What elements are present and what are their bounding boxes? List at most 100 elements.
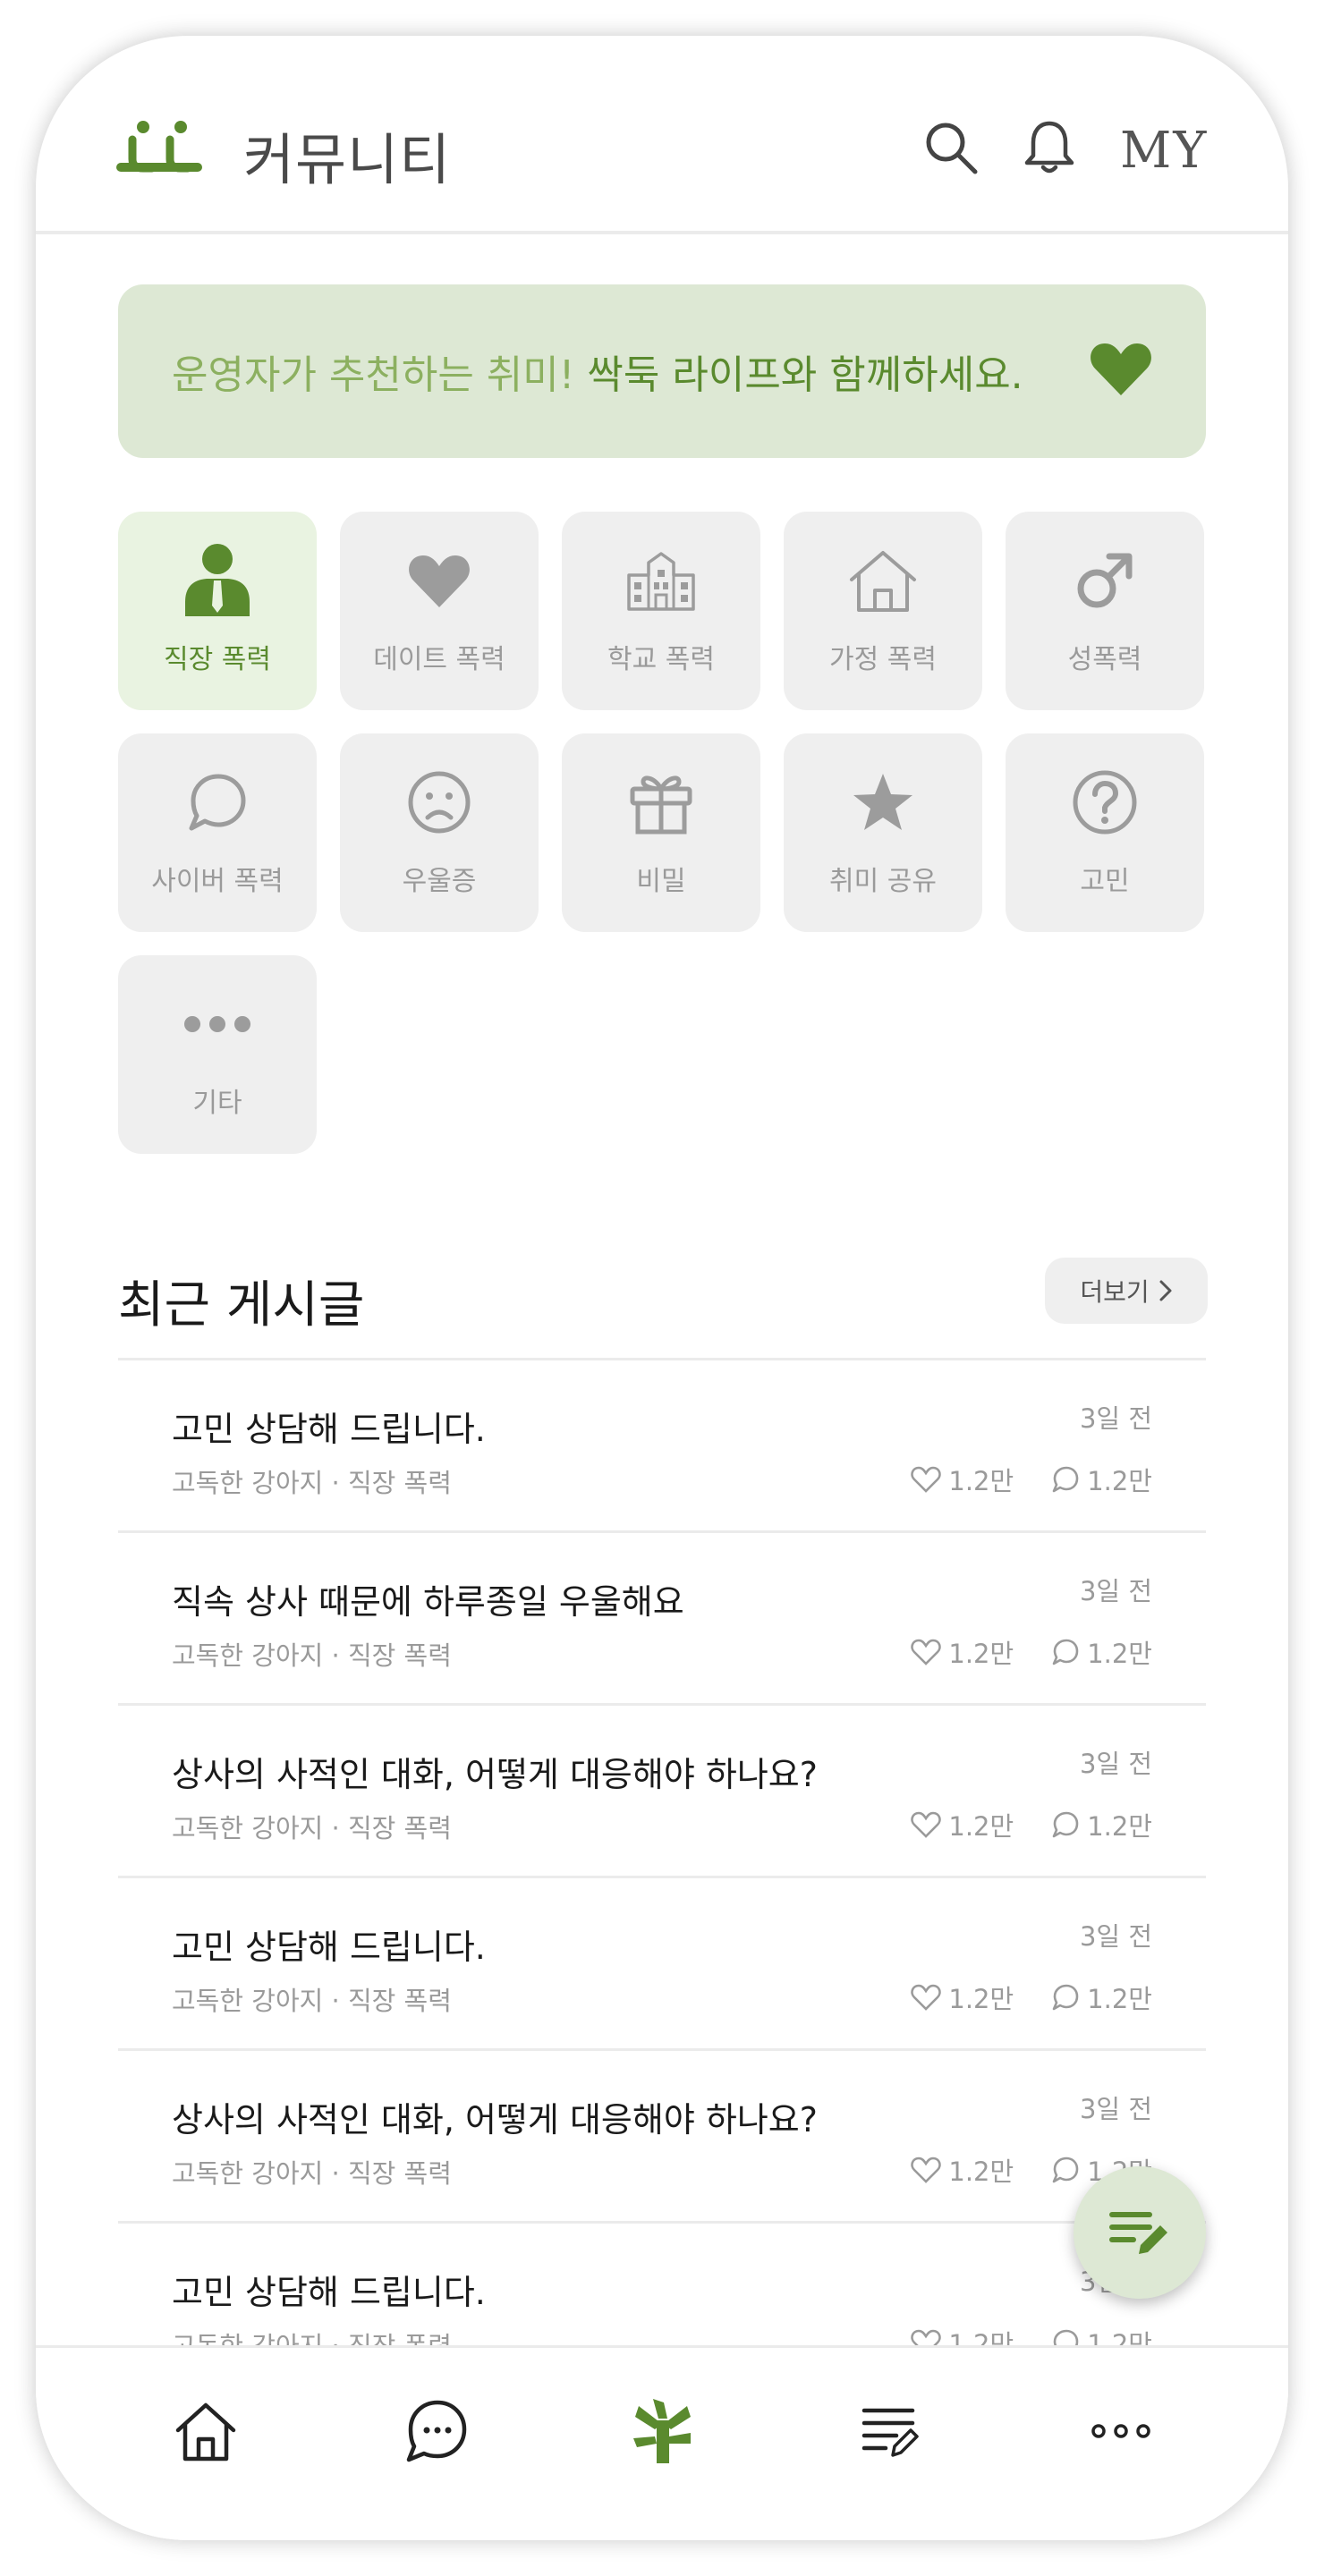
like-count: 1.2만 xyxy=(948,1984,1014,2014)
category-cyber-violence[interactable]: 사이버 폭력 xyxy=(118,733,317,932)
category-label: 직장 폭력 xyxy=(164,644,271,675)
chevron-right-icon xyxy=(1159,1280,1172,1301)
nav-chat[interactable] xyxy=(395,2391,476,2471)
comment-icon xyxy=(1052,1984,1079,2011)
star-icon xyxy=(853,774,912,830)
comment-icon xyxy=(1052,1466,1079,1493)
post-time: 3일 전 xyxy=(1079,2094,1152,2124)
category-domestic-violence[interactable]: 가정 폭력 xyxy=(784,512,982,710)
post-item[interactable]: 고민 상담해 드립니다. 고독한 강아지 · 직장 폭력 3일 전 1.2만 1… xyxy=(118,1878,1206,2051)
promo-banner[interactable]: 운영자가 추천하는 취미! 싹둑 라이프와 함께하세요. xyxy=(118,284,1206,458)
post-stats: 1.2만 1.2만 xyxy=(911,1979,1152,2016)
like-count: 1.2만 xyxy=(948,1639,1014,1669)
post-stats: 1.2만 1.2만 xyxy=(911,1633,1152,1671)
comment-count: 1.2만 xyxy=(1087,1811,1152,1842)
category-dating-violence[interactable]: 데이트 폭력 xyxy=(340,512,539,710)
app-header: 커뮤니티 MY xyxy=(36,36,1288,234)
category-school-violence[interactable]: 학교 폭력 xyxy=(562,512,760,710)
see-more-button[interactable]: 더보기 xyxy=(1045,1258,1208,1324)
post-meta: 고독한 강아지 · 직장 폭력 xyxy=(172,1468,452,1498)
phone-frame: 커뮤니티 MY 운영자가 추천하는 취미! 싹둑 라이프와 함께하세요. 직장 … xyxy=(36,36,1288,2540)
category-label: 우울증 xyxy=(402,866,477,897)
comment-stat: 1.2만 xyxy=(1051,1979,1152,2016)
chat-icon xyxy=(406,2400,467,2462)
like-count: 1.2만 xyxy=(948,1811,1014,1842)
category-sexual-violence[interactable]: 성폭력 xyxy=(1006,512,1204,710)
search-button[interactable] xyxy=(920,116,982,179)
post-meta: 고독한 강아지 · 직장 폭력 xyxy=(172,2158,452,2189)
app-logo xyxy=(116,121,202,173)
post-stats: 1.2만 1.2만 xyxy=(911,1461,1152,1498)
post-time: 3일 전 xyxy=(1079,1403,1152,1434)
home-icon xyxy=(175,2402,236,2462)
category-others[interactable]: 기타 xyxy=(118,955,317,1154)
category-label: 데이트 폭력 xyxy=(373,644,505,675)
post-meta: 고독한 강아지 · 직장 폭력 xyxy=(172,1640,452,1671)
banner-text-strong: 싹둑 라이프와 함께하세요. xyxy=(587,352,1023,398)
sad-face-icon xyxy=(408,771,471,834)
post-title: 상사의 사적인 대화, 어떻게 대응해야 하나요? xyxy=(172,1755,818,1794)
list-edit-icon xyxy=(861,2408,919,2457)
post-title: 직속 상사 때문에 하루종일 우울해요 xyxy=(172,1582,684,1622)
comment-count: 1.2만 xyxy=(1087,1466,1152,1496)
more-icon xyxy=(1091,2424,1150,2438)
heart-outline-icon xyxy=(911,2157,942,2183)
heart-icon xyxy=(409,555,470,607)
category-label: 기타 xyxy=(192,1088,242,1119)
post-time: 3일 전 xyxy=(1079,1921,1152,1952)
post-title: 고민 상담해 드립니다. xyxy=(172,2273,486,2312)
like-stat: 1.2만 xyxy=(911,1979,1014,2016)
write-pencil-icon xyxy=(1109,2212,1167,2254)
category-label: 학교 폭력 xyxy=(607,644,715,675)
post-meta: 고독한 강아지 · 직장 폭력 xyxy=(172,1813,452,1843)
comment-count: 1.2만 xyxy=(1087,1639,1152,1669)
my-page-button[interactable]: MY xyxy=(1120,122,1208,180)
post-item[interactable]: 직속 상사 때문에 하루종일 우울해요 고독한 강아지 · 직장 폭력 3일 전… xyxy=(118,1533,1206,1706)
comment-icon xyxy=(1052,2157,1079,2183)
category-concerns[interactable]: 고민 xyxy=(1006,733,1204,932)
category-label: 성폭력 xyxy=(1067,644,1142,675)
category-secret[interactable]: 비밀 xyxy=(562,733,760,932)
like-count: 1.2만 xyxy=(948,1466,1014,1496)
comment-stat: 1.2만 xyxy=(1051,1633,1152,1671)
comment-stat: 1.2만 xyxy=(1051,1806,1152,1843)
male-symbol-icon xyxy=(1077,553,1133,608)
like-stat: 1.2만 xyxy=(911,1633,1014,1671)
question-icon xyxy=(1073,770,1137,835)
post-time: 3일 전 xyxy=(1079,1576,1152,1606)
category-hobby-sharing[interactable]: 취미 공유 xyxy=(784,733,982,932)
post-item[interactable]: 고민 상담해 드립니다. 고독한 강아지 · 직장 폭력 3일 전 1.2만 1… xyxy=(118,1360,1206,1533)
bell-icon xyxy=(1024,121,1074,174)
write-post-button[interactable] xyxy=(1074,2166,1206,2299)
like-stat: 1.2만 xyxy=(911,1461,1014,1498)
post-stats: 1.2만 1.2만 xyxy=(911,1806,1152,1843)
heart-outline-icon xyxy=(911,1811,942,1838)
person-tie-icon xyxy=(185,544,250,616)
search-icon xyxy=(926,123,978,174)
category-label: 가정 폭력 xyxy=(829,644,937,675)
category-depression[interactable]: 우울증 xyxy=(340,733,539,932)
speech-bubble-icon xyxy=(189,774,246,831)
nav-board[interactable] xyxy=(850,2391,930,2471)
post-item[interactable]: 상사의 사적인 대화, 어떻게 대응해야 하나요? 고독한 강아지 · 직장 폭… xyxy=(118,2051,1206,2224)
gift-icon xyxy=(630,775,692,835)
recent-posts-title: 최근 게시글 xyxy=(118,1276,365,1335)
category-label: 비밀 xyxy=(636,866,686,897)
post-title: 상사의 사적인 대화, 어떻게 대응해야 하나요? xyxy=(172,2100,818,2140)
category-workplace-violence[interactable]: 직장 폭력 xyxy=(118,512,317,710)
post-item[interactable]: 상사의 사적인 대화, 어떻게 대응해야 하나요? 고독한 강아지 · 직장 폭… xyxy=(118,1706,1206,1878)
notifications-button[interactable] xyxy=(1018,116,1081,179)
heart-icon xyxy=(1091,343,1151,395)
nav-plant[interactable] xyxy=(622,2391,702,2471)
nav-more[interactable] xyxy=(1081,2391,1161,2471)
comment-icon xyxy=(1052,1639,1079,1665)
plant-icon xyxy=(633,2399,691,2463)
category-label: 취미 공유 xyxy=(829,866,937,897)
nav-home[interactable] xyxy=(166,2391,246,2471)
page-title: 커뮤니티 xyxy=(243,127,452,192)
heart-outline-icon xyxy=(911,1466,942,1493)
heart-outline-icon xyxy=(911,1984,942,2011)
category-label: 사이버 폭력 xyxy=(151,866,284,897)
post-list: 고민 상담해 드립니다. 고독한 강아지 · 직장 폭력 3일 전 1.2만 1… xyxy=(118,1358,1206,2396)
post-meta: 고독한 강아지 · 직장 폭력 xyxy=(172,1986,452,2016)
